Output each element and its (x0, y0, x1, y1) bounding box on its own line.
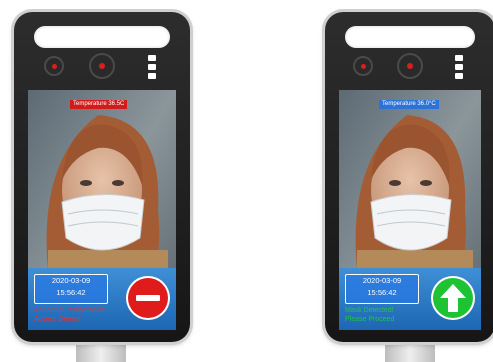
status-text: Mask Detected! Please Proceed (345, 306, 394, 324)
menu-dots-icon (455, 55, 463, 79)
datetime-box: 2020-03-09 15:56:42 (345, 274, 419, 304)
temperature-label: Temperature 36.5C (70, 100, 128, 109)
up-arrow-glyph (440, 284, 466, 312)
time-text: 15:56:42 (56, 288, 86, 297)
right-terminal: Temperature 36.0°C 2020-03-09 15:56:42 M… (325, 12, 493, 342)
temperature-label: Temperature 36.0°C (379, 100, 439, 109)
stop-sign-icon (128, 278, 168, 318)
fill-light-bar (345, 26, 475, 48)
left-terminal: Temperature 36.5C 2020-03-09 15:56:42 Ab… (14, 12, 190, 342)
left-device-stand (76, 340, 126, 362)
camera-icon (89, 53, 115, 79)
datetime-box: 2020-03-09 15:56:42 (34, 274, 108, 304)
status-line-2: Access Denied (34, 316, 81, 323)
menu-dots-icon (148, 55, 156, 79)
right-screen: Temperature 36.0°C 2020-03-09 15:56:42 M… (339, 90, 481, 330)
date-text: 2020-03-09 (51, 276, 91, 285)
left-screen: Temperature 36.5C 2020-03-09 15:56:42 Ab… (28, 90, 176, 330)
info-panel: 2020-03-09 15:56:42 Mask Detected! Pleas… (339, 268, 481, 330)
date-text: 2020-03-09 (362, 276, 402, 285)
ir-sensor-icon (44, 56, 64, 76)
status-line-1: Mask Detected! (345, 307, 394, 314)
status-text: Abnormal Temperature Access Denied (34, 306, 105, 324)
time-text: 15:56:42 (367, 288, 397, 297)
fill-light-bar (34, 26, 170, 48)
status-line-2: Please Proceed (345, 316, 395, 323)
up-arrow-icon (433, 278, 473, 318)
info-panel: 2020-03-09 15:56:42 Abnormal Temperature… (28, 268, 176, 330)
right-device-stand (385, 340, 435, 362)
status-line-1: Abnormal Temperature (34, 307, 106, 314)
ir-sensor-icon (353, 56, 373, 76)
camera-icon (397, 53, 423, 79)
